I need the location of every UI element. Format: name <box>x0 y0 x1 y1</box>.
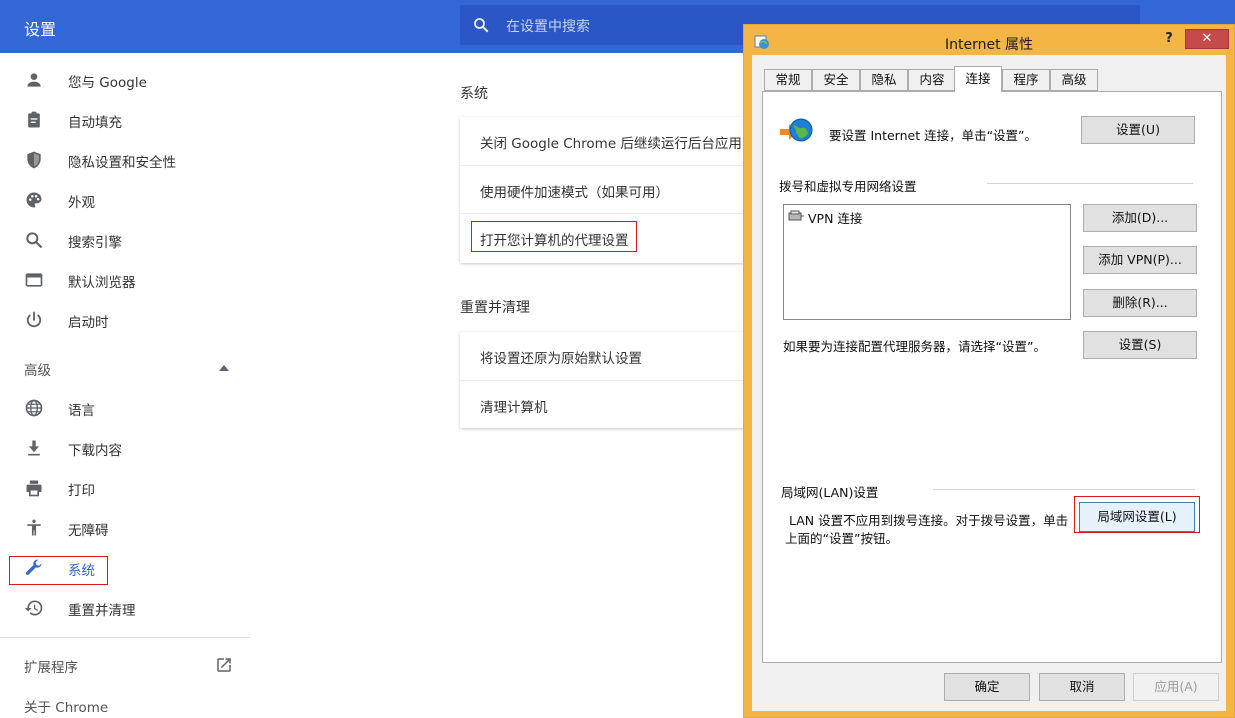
tab-general[interactable]: 常规 <box>764 69 812 91</box>
sidebar-item-about[interactable]: 关于 Chrome <box>0 685 250 718</box>
tab-content[interactable]: 内容 <box>908 69 956 91</box>
apply-button[interactable]: 应用(A) <box>1133 673 1219 701</box>
dialup-group-label: 拨号和虚拟专用网络设置 <box>779 179 917 194</box>
connections-panel: 要设置 Internet 连接，单击“设置”。 设置(U) 拨号和虚拟专用网络设… <box>762 91 1222 663</box>
sidebar-item-search-engine[interactable]: 搜索引擎 <box>0 220 250 260</box>
open-in-new-icon <box>217 658 231 672</box>
tab-connections[interactable]: 连接 <box>954 66 1002 92</box>
shield-icon <box>27 151 41 169</box>
sidebar-item-label: 外观 <box>68 195 95 211</box>
person-icon <box>27 73 41 87</box>
sidebar-divider <box>0 637 250 638</box>
system-highlight <box>9 556 108 585</box>
sidebar-item-you-and-google[interactable]: 您与 Google <box>0 60 250 100</box>
reset-card: 将设置还原为原始默认设置 清理计算机 <box>460 332 760 428</box>
sidebar-item-label: 默认浏览器 <box>68 275 136 291</box>
dialog-titlebar[interactable]: Internet 属性 ? ✕ <box>748 29 1230 55</box>
cleanup-computer-row[interactable]: 清理计算机 <box>460 380 760 428</box>
about-label: 关于 Chrome <box>24 700 109 716</box>
system-section-title: 系统 <box>460 86 488 102</box>
sidebar-item-label: 启动时 <box>68 315 109 331</box>
ok-button[interactable]: 确定 <box>944 673 1030 701</box>
group-divider <box>987 183 1193 184</box>
cancel-button[interactable]: 取消 <box>1039 673 1125 701</box>
sidebar: 您与 Google 自动填充 隐私设置和安全性 外观 搜索引擎 默认浏览器 启动… <box>0 53 250 718</box>
sidebar-item-appearance[interactable]: 外观 <box>0 180 250 220</box>
sidebar-item-extensions[interactable]: 扩展程序 <box>0 645 250 685</box>
palette-icon <box>26 192 42 208</box>
settings-button[interactable]: 设置(S) <box>1083 331 1197 359</box>
row-label: 将设置还原为原始默认设置 <box>480 351 642 367</box>
tab-advanced[interactable]: 高级 <box>1050 69 1098 91</box>
restore-defaults-row[interactable]: 将设置还原为原始默认设置 <box>460 332 760 380</box>
dialog-frame: Internet 属性 ? ✕ 常规 安全 隐私 内容 连接 程序 高级 要设置… <box>748 29 1230 715</box>
sidebar-item-label: 搜索引擎 <box>68 235 122 251</box>
sidebar-item-languages[interactable]: 语言 <box>0 388 250 428</box>
add-button[interactable]: 添加(D)... <box>1083 204 1197 232</box>
delete-button[interactable]: 删除(R)... <box>1083 289 1197 317</box>
close-button[interactable]: ✕ <box>1185 29 1229 49</box>
browser-icon <box>25 273 43 287</box>
tab-security[interactable]: 安全 <box>812 69 860 91</box>
sidebar-item-label: 语言 <box>68 403 95 419</box>
connection-listbox[interactable]: VPN 连接 <box>783 204 1071 320</box>
help-button[interactable]: ? <box>1154 31 1184 51</box>
sidebar-item-accessibility[interactable]: 无障碍 <box>0 508 250 548</box>
sidebar-item-default-browser[interactable]: 默认浏览器 <box>0 260 250 300</box>
lan-text-line1: LAN 设置不应用到拨号连接。对于拨号设置，单击 <box>789 513 1069 528</box>
advanced-label: 高级 <box>24 363 51 379</box>
lan-button-highlight <box>1074 496 1200 533</box>
download-icon <box>28 440 40 456</box>
row-label: 清理计算机 <box>480 400 548 416</box>
sidebar-item-label: 打印 <box>68 483 95 499</box>
search-placeholder: 在设置中搜索 <box>506 19 590 35</box>
printer-icon <box>26 480 42 497</box>
tab-privacy[interactable]: 隐私 <box>860 69 908 91</box>
proxy-text: 如果要为连接配置代理服务器，请选择“设置”。 <box>783 339 1046 354</box>
hardware-acceleration-row[interactable]: 使用硬件加速模式（如果可用） <box>460 165 760 213</box>
globe-icon <box>25 399 43 417</box>
vpn-connection-icon <box>788 210 804 221</box>
history-icon <box>24 600 43 616</box>
row-label: 关闭 Google Chrome 后继续运行后台应用 <box>480 136 742 152</box>
sidebar-item-printing[interactable]: 打印 <box>0 468 250 508</box>
setup-text: 要设置 Internet 连接，单击“设置”。 <box>829 128 1038 143</box>
lan-group-label: 局域网(LAN)设置 <box>781 485 879 500</box>
reset-section-title: 重置并清理 <box>460 300 530 316</box>
sidebar-item-label: 下载内容 <box>68 443 122 459</box>
lan-text-line2: 上面的“设置”按钮。 <box>785 531 898 546</box>
sidebar-item-privacy[interactable]: 隐私设置和安全性 <box>0 140 250 180</box>
caret-up-icon <box>219 365 229 371</box>
group-divider <box>933 489 1195 490</box>
background-apps-row[interactable]: 关闭 Google Chrome 后继续运行后台应用 <box>460 117 760 165</box>
power-icon <box>26 311 42 328</box>
sidebar-item-on-startup[interactable]: 启动时 <box>0 300 250 340</box>
internet-connection-icon <box>780 118 813 142</box>
row-label: 使用硬件加速模式（如果可用） <box>480 185 669 201</box>
sidebar-item-reset[interactable]: 重置并清理 <box>0 588 250 628</box>
clipboard-icon <box>28 111 40 128</box>
add-vpn-button[interactable]: 添加 VPN(P)... <box>1083 246 1197 274</box>
tab-programs[interactable]: 程序 <box>1002 69 1050 91</box>
advanced-toggle[interactable]: 高级 <box>0 348 250 388</box>
dialog-body: 常规 安全 隐私 内容 连接 程序 高级 要设置 Internet 连接，单击“… <box>752 55 1226 711</box>
accessibility-icon <box>27 519 41 536</box>
proxy-highlight <box>471 221 637 252</box>
sidebar-item-label: 自动填充 <box>68 115 122 131</box>
setup-button[interactable]: 设置(U) <box>1081 116 1195 144</box>
sidebar-item-label: 隐私设置和安全性 <box>68 155 176 171</box>
page-title: 设置 <box>24 20 57 39</box>
sidebar-item-autofill[interactable]: 自动填充 <box>0 100 250 140</box>
sidebar-item-label: 无障碍 <box>68 523 109 539</box>
sidebar-item-label: 您与 Google <box>68 75 147 91</box>
sidebar-item-label: 重置并清理 <box>68 603 136 619</box>
internet-properties-dialog: Internet 属性 ? ✕ 常规 安全 隐私 内容 连接 程序 高级 要设置… <box>743 24 1235 718</box>
search-icon <box>26 232 43 249</box>
vpn-entry[interactable]: VPN 连接 <box>808 208 862 227</box>
search-icon <box>474 18 489 33</box>
sidebar-item-downloads[interactable]: 下载内容 <box>0 428 250 468</box>
extensions-label: 扩展程序 <box>24 660 78 676</box>
